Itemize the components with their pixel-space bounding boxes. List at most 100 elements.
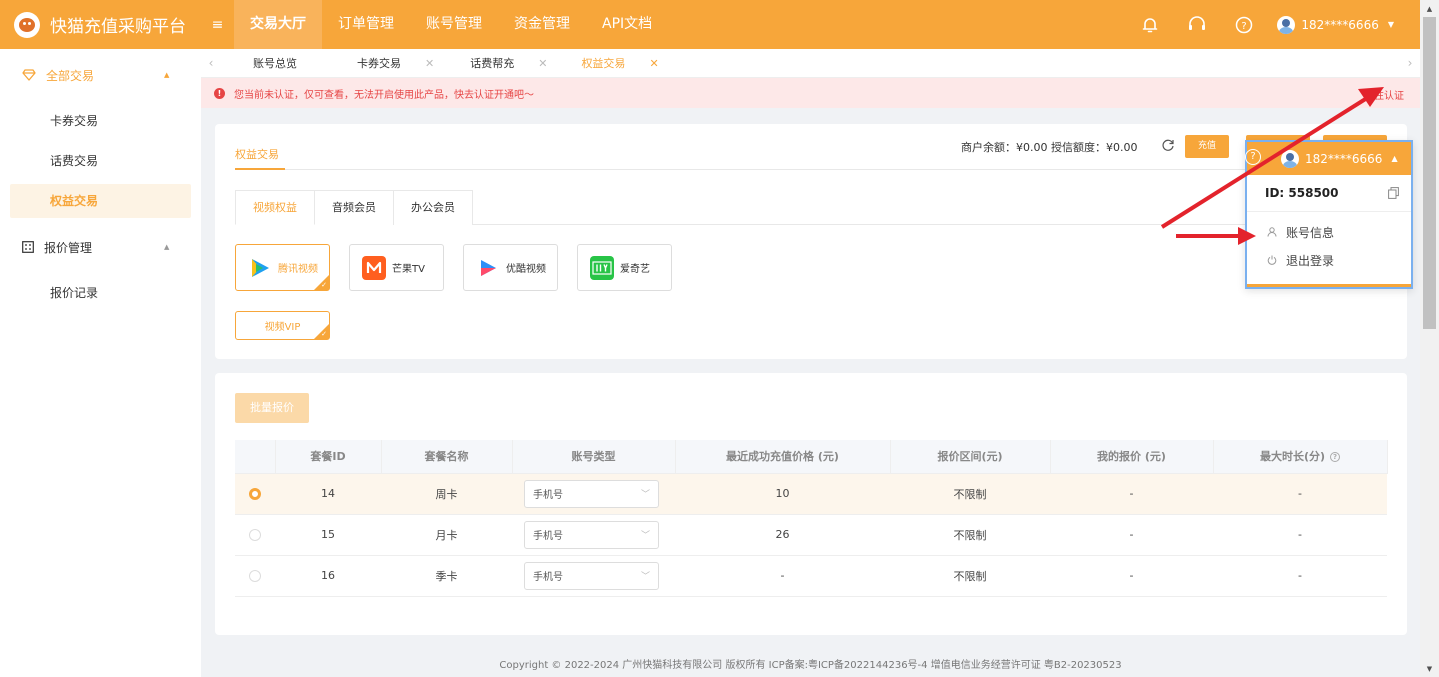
cell-price: -	[675, 555, 890, 597]
tab-account-overview[interactable]: 账号总览	[221, 55, 357, 71]
active-tab-underline	[235, 168, 285, 170]
page-scrollbar[interactable]: ▲ ▼	[1420, 0, 1439, 677]
package-table: 套餐ID 套餐名称 账号类型 最近成功充值价格 (元) 报价区间(元) 我的报价…	[235, 440, 1388, 597]
column-header: 最近成功充值价格 (元)	[675, 440, 891, 474]
rights-card: 权益交易 商户余额：¥0.00 授信额度：¥0.00 充值 视频权益 音频会员 …	[215, 124, 1407, 359]
product-name: 腾讯视频	[278, 264, 318, 275]
sidebar-group-quote-mgmt[interactable]: 报价管理 ▲	[0, 221, 201, 273]
nav-api-docs[interactable]: API文档	[586, 0, 668, 49]
product-name: 爱奇艺	[620, 264, 650, 275]
product-tencent-video[interactable]: 腾讯视频 ✓	[235, 244, 330, 291]
card-title-tab[interactable]: 权益交易	[235, 146, 279, 170]
cell-max-duration: -	[1213, 514, 1387, 556]
brand[interactable]: 快猫充值采购平台	[0, 0, 201, 49]
caret-up-icon: ▲	[1391, 154, 1398, 163]
batch-quote-button[interactable]: 批量报价	[235, 393, 309, 423]
tab-phone-recharge[interactable]: 话费帮充 ✕	[456, 55, 569, 71]
table-row[interactable]: 14 周卡 手机号 ﹀ 10 不限制 - -	[235, 473, 1387, 515]
menu-item-logout[interactable]: 退出登录	[1247, 246, 1411, 274]
mango-tv-icon	[362, 255, 386, 280]
user-menu[interactable]: 182****6666 ▼	[1277, 15, 1394, 34]
bell-icon[interactable]	[1139, 14, 1161, 36]
cell-max-duration: -	[1213, 555, 1387, 597]
header-actions: ? 182****6666 ▼	[1114, 0, 1420, 49]
tabs-scroll-right-icon[interactable]: ›	[1400, 56, 1420, 70]
package-table-card: 批量报价 套餐ID 套餐名称 账号类型 最近成功充值价格 (元) 报价区间(元)…	[215, 373, 1407, 635]
cell-range: 不限制	[890, 473, 1050, 515]
select-value: 手机号	[533, 531, 563, 542]
go-verify-link[interactable]: 前往认证	[1364, 87, 1404, 102]
cell-name: 周卡	[381, 473, 512, 515]
page-tabs: ‹ 账号总览 卡券交易 ✕ 话费帮充 ✕ 权益交易 ✕ ›	[201, 49, 1420, 78]
row-radio[interactable]	[249, 488, 261, 500]
account-type-select[interactable]: 手机号 ﹀	[524, 561, 659, 590]
check-icon: ✓	[321, 281, 327, 289]
caret-down-icon: ▼	[1387, 20, 1394, 29]
avatar	[1277, 15, 1296, 34]
cell-name: 季卡	[381, 555, 512, 597]
cell-price: 10	[675, 473, 890, 515]
tab-label: 账号总览	[253, 57, 297, 70]
sidebar-item-quote-records[interactable]: 报价记录	[0, 273, 201, 313]
subtab-audio[interactable]: 音频会员	[314, 190, 394, 225]
recharge-button[interactable]: 充值	[1185, 135, 1229, 158]
cat-logo-icon	[14, 11, 40, 38]
account-id: ID: 558500	[1247, 175, 1411, 212]
product-name: 优酷视频	[506, 264, 546, 275]
scroll-thumb[interactable]	[1423, 17, 1436, 329]
account-type-select[interactable]: 手机号 ﹀	[524, 479, 659, 508]
sidebar-item-phone-trade[interactable]: 话费交易	[0, 141, 201, 181]
account-id-text: ID: 558500	[1265, 186, 1339, 200]
page-footer: Copyright © 2022-2024 广州快猫科技有限公司 版权所有 IC…	[499, 660, 1122, 671]
help-icon[interactable]: ?	[1233, 14, 1255, 36]
menu-toggle-icon[interactable]: ≡	[201, 0, 234, 49]
select-value: 手机号	[533, 572, 563, 583]
video-vip-chip[interactable]: 视频VIP ✓	[235, 311, 330, 340]
close-icon[interactable]: ✕	[649, 57, 658, 70]
column-header: 账号类型	[512, 440, 676, 474]
cell-range: 不限制	[890, 555, 1050, 597]
tab-card-trade[interactable]: 卡券交易 ✕	[357, 55, 456, 71]
subtab-video[interactable]: 视频权益	[235, 190, 315, 225]
account-type-select[interactable]: 手机号 ﹀	[524, 520, 659, 549]
nav-trading-hall[interactable]: 交易大厅	[234, 0, 322, 49]
user-dropdown: ? 182****6666 ▲ ID: 558500 账号信息 退出登录	[1245, 140, 1413, 289]
row-radio[interactable]	[249, 529, 261, 541]
avatar	[1281, 149, 1299, 168]
sidebar-group-all-trades[interactable]: 全部交易 ▲	[0, 49, 201, 101]
chevron-down-icon: ﹀	[640, 572, 650, 582]
iqiyi-icon	[590, 255, 614, 280]
chip-label: 视频VIP	[264, 322, 301, 333]
menu-item-account-info[interactable]: 账号信息	[1247, 218, 1411, 246]
close-icon[interactable]: ✕	[538, 57, 547, 70]
tab-rights-trade[interactable]: 权益交易 ✕	[569, 55, 680, 71]
tab-label: 话费帮充	[470, 57, 515, 70]
copy-icon[interactable]	[1388, 187, 1399, 199]
brand-title: 快猫充值采购平台	[50, 17, 186, 37]
row-radio[interactable]	[249, 570, 261, 582]
product-iqiyi[interactable]: 爱奇艺	[577, 244, 672, 291]
product-mango-tv[interactable]: 芒果TV	[349, 244, 444, 291]
help-icon[interactable]: ?	[1245, 149, 1261, 165]
help-icon[interactable]: ?	[1330, 452, 1341, 463]
tabs-scroll-left-icon[interactable]: ‹	[201, 56, 221, 70]
headset-icon[interactable]	[1186, 14, 1208, 36]
refresh-icon[interactable]	[1161, 138, 1175, 152]
sidebar-item-card-trade[interactable]: 卡券交易	[0, 101, 201, 141]
check-icon: ✓	[321, 330, 327, 338]
product-youku[interactable]: 优酷视频	[463, 244, 558, 291]
nav-funds[interactable]: 资金管理	[498, 0, 586, 49]
sidebar-item-rights-trade[interactable]: 权益交易	[10, 184, 191, 218]
close-icon[interactable]: ✕	[425, 57, 434, 70]
table-row[interactable]: 16 季卡 手机号 ﹀ - 不限制 - -	[235, 555, 1387, 597]
dropdown-user-header[interactable]: ? 182****6666 ▲	[1245, 142, 1411, 175]
scroll-down-arrow-icon[interactable]: ▼	[1420, 660, 1439, 677]
table-row[interactable]: 15 月卡 手机号 ﹀ 26 不限制 - -	[235, 514, 1387, 556]
cell-name: 月卡	[381, 514, 512, 556]
subtab-office[interactable]: 办公会员	[393, 190, 473, 225]
nav-orders[interactable]: 订单管理	[322, 0, 410, 49]
scroll-up-arrow-icon[interactable]: ▲	[1420, 0, 1439, 17]
cell-id: 14	[275, 473, 381, 515]
nav-accounts[interactable]: 账号管理	[410, 0, 498, 49]
category-tabs: 视频权益 音频会员 办公会员	[235, 190, 1395, 225]
